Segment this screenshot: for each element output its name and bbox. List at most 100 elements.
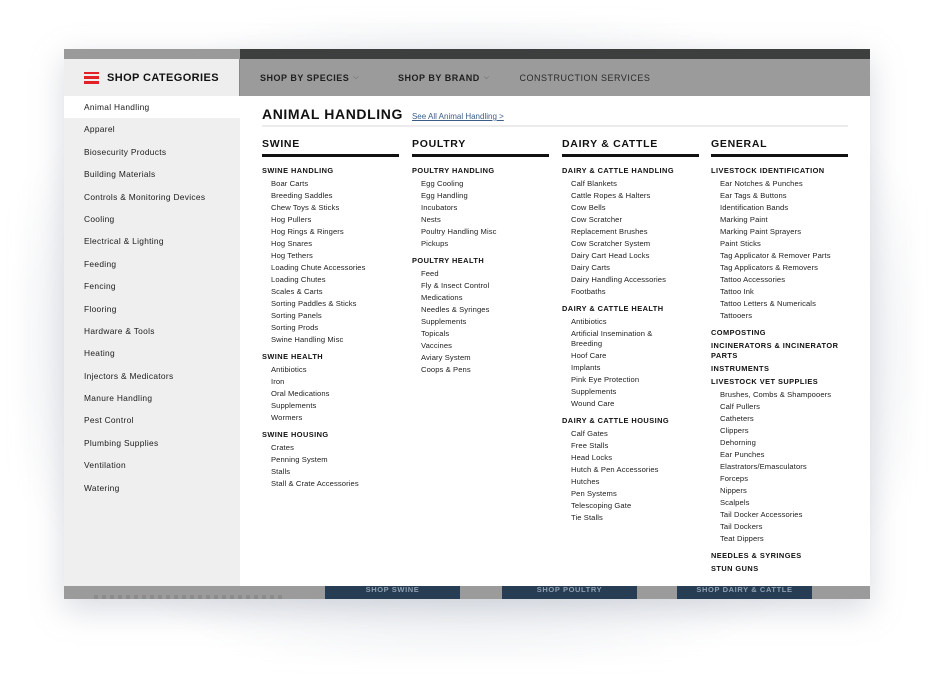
sidebar-item-electrical-lighting[interactable]: Electrical & Lighting	[64, 230, 240, 252]
subcategory-link[interactable]: Dairy Cart Head Locks	[562, 250, 699, 262]
section-title-link[interactable]: POULTRY HEALTH	[412, 256, 549, 266]
subcategory-link[interactable]: Pickups	[412, 238, 549, 250]
subcategory-link[interactable]: Tattooers	[711, 310, 848, 322]
subcategory-link[interactable]: Calf Gates	[562, 428, 699, 440]
subcategory-link[interactable]: Free Stalls	[562, 440, 699, 452]
nav-shop-by-brand[interactable]: SHOP BY BRAND ⌵	[398, 73, 490, 83]
sidebar-item-plumbing-supplies[interactable]: Plumbing Supplies	[64, 432, 240, 454]
subcategory-link[interactable]: Tattoo Letters & Numericals	[711, 298, 848, 310]
subcategory-link[interactable]: Egg Handling	[412, 190, 549, 202]
shop-categories-header[interactable]: SHOP CATEGORIES	[64, 59, 240, 96]
subcategory-link[interactable]: Clippers	[711, 425, 848, 437]
subcategory-link[interactable]: Calf Pullers	[711, 401, 848, 413]
sidebar-item-feeding[interactable]: Feeding	[64, 253, 240, 275]
subcategory-link[interactable]: Vaccines	[412, 340, 549, 352]
section-title-link[interactable]: INCINERATORS & INCINERATOR PARTS	[711, 341, 848, 361]
subcategory-link[interactable]: Tattoo Accessories	[711, 274, 848, 286]
subcategory-link[interactable]: Nippers	[711, 485, 848, 497]
subcategory-link[interactable]: Forceps	[711, 473, 848, 485]
subcategory-link[interactable]: Iron	[262, 376, 399, 388]
subcategory-link[interactable]: Hog Rings & Ringers	[262, 226, 399, 238]
sidebar-item-ventilation[interactable]: Ventilation	[64, 454, 240, 476]
sidebar-item-controls-monitoring-devices[interactable]: Controls & Monitoring Devices	[64, 186, 240, 208]
subcategory-link[interactable]: Elastrators/Emasculators	[711, 461, 848, 473]
subcategory-link[interactable]: Catheters	[711, 413, 848, 425]
subcategory-link[interactable]: Dairy Handling Accessories	[562, 274, 699, 286]
subcategory-link[interactable]: Antibiotics	[262, 364, 399, 376]
section-title-link[interactable]: DAIRY & CATTLE HANDLING	[562, 166, 699, 176]
subcategory-link[interactable]: Pen Systems	[562, 488, 699, 500]
subcategory-link[interactable]: Pink Eye Protection	[562, 374, 699, 386]
see-all-link[interactable]: See All Animal Handling >	[412, 112, 504, 121]
subcategory-link[interactable]: Tail Dockers	[711, 521, 848, 533]
section-title-link[interactable]: INSTRUMENTS	[711, 364, 848, 374]
subcategory-link[interactable]: Artificial Insemination & Breeding	[562, 329, 657, 349]
subcategory-link[interactable]: Loading Chute Accessories	[262, 262, 399, 274]
subcategory-link[interactable]: Wound Care	[562, 398, 699, 410]
subcategory-link[interactable]: Crates	[262, 442, 399, 454]
subcategory-link[interactable]: Marking Paint Sprayers	[711, 226, 848, 238]
subcategory-link[interactable]: Ear Tags & Buttons	[711, 190, 848, 202]
sidebar-item-manure-handling[interactable]: Manure Handling	[64, 387, 240, 409]
sidebar-item-injectors-medicators[interactable]: Injectors & Medicators	[64, 365, 240, 387]
shop-dairy-cattle-button[interactable]: SHOP DAIRY & CATTLE	[677, 586, 812, 599]
sidebar-item-watering[interactable]: Watering	[64, 477, 240, 499]
subcategory-link[interactable]: Antibiotics	[562, 316, 699, 328]
subcategory-link[interactable]: Stalls	[262, 466, 399, 478]
subcategory-link[interactable]: Tag Applicator & Remover Parts	[711, 250, 848, 262]
section-title-link[interactable]: DAIRY & CATTLE HOUSING	[562, 416, 699, 426]
subcategory-link[interactable]: Penning System	[262, 454, 399, 466]
subcategory-link[interactable]: Poultry Handling Misc	[412, 226, 549, 238]
hamburger-menu-icon[interactable]	[84, 71, 99, 84]
subcategory-link[interactable]: Ear Notches & Punches	[711, 178, 848, 190]
subcategory-link[interactable]: Hutch & Pen Accessories	[562, 464, 699, 476]
sidebar-item-building-materials[interactable]: Building Materials	[64, 163, 240, 185]
subcategory-link[interactable]: Hutches	[562, 476, 699, 488]
nav-construction-services[interactable]: CONSTRUCTION SERVICES	[520, 73, 651, 83]
subcategory-link[interactable]: Cow Bells	[562, 202, 699, 214]
subcategory-link[interactable]: Tie Stalls	[562, 512, 699, 524]
subcategory-link[interactable]: Hoof Care	[562, 350, 699, 362]
subcategory-link[interactable]: Chew Toys & Sticks	[262, 202, 399, 214]
subcategory-link[interactable]: Dehorning	[711, 437, 848, 449]
subcategory-link[interactable]: Marking Paint	[711, 214, 848, 226]
section-title-link[interactable]: STUN GUNS	[711, 564, 848, 574]
subcategory-link[interactable]: Fly & Insect Control	[412, 280, 549, 292]
subcategory-link[interactable]: Supplements	[262, 400, 399, 412]
subcategory-link[interactable]: Identification Bands	[711, 202, 848, 214]
section-title-link[interactable]: LIVESTOCK VET SUPPLIES	[711, 377, 848, 387]
subcategory-link[interactable]: Teat Dippers	[711, 533, 848, 545]
section-title-link[interactable]: SWINE HOUSING	[262, 430, 399, 440]
subcategory-link[interactable]: Telescoping Gate	[562, 500, 699, 512]
subcategory-link[interactable]: Head Locks	[562, 452, 699, 464]
subcategory-link[interactable]: Nests	[412, 214, 549, 226]
shop-swine-button[interactable]: SHOP SWINE	[325, 586, 460, 599]
subcategory-link[interactable]: Medications	[412, 292, 549, 304]
subcategory-link[interactable]: Loading Chutes	[262, 274, 399, 286]
section-title-link[interactable]: SWINE HANDLING	[262, 166, 399, 176]
subcategory-link[interactable]: Cow Scratcher	[562, 214, 699, 226]
subcategory-link[interactable]: Stall & Crate Accessories	[262, 478, 399, 490]
subcategory-link[interactable]: Brushes, Combs & Shampooers	[711, 389, 848, 401]
sidebar-item-fencing[interactable]: Fencing	[64, 275, 240, 297]
subcategory-link[interactable]: Dairy Carts	[562, 262, 699, 274]
sidebar-item-animal-handling[interactable]: Animal Handling	[64, 96, 240, 119]
subcategory-link[interactable]: Breeding Saddles	[262, 190, 399, 202]
subcategory-link[interactable]: Implants	[562, 362, 699, 374]
subcategory-link[interactable]: Egg Cooling	[412, 178, 549, 190]
section-title-link[interactable]: COMPOSTING	[711, 328, 848, 338]
sidebar-item-cooling[interactable]: Cooling	[64, 208, 240, 230]
subcategory-link[interactable]: Scales & Carts	[262, 286, 399, 298]
subcategory-link[interactable]: Hog Tethers	[262, 250, 399, 262]
subcategory-link[interactable]: Incubators	[412, 202, 549, 214]
sidebar-item-biosecurity-products[interactable]: Biosecurity Products	[64, 141, 240, 163]
subcategory-link[interactable]: Sorting Prods	[262, 322, 399, 334]
sidebar-item-heating[interactable]: Heating	[64, 342, 240, 364]
subcategory-link[interactable]: Hog Pullers	[262, 214, 399, 226]
subcategory-link[interactable]: Wormers	[262, 412, 399, 424]
subcategory-link[interactable]: Boar Carts	[262, 178, 399, 190]
shop-poultry-button[interactable]: SHOP POULTRY	[502, 586, 637, 599]
nav-shop-by-species[interactable]: SHOP BY SPECIES ⌵	[260, 73, 359, 83]
subcategory-link[interactable]: Coops & Pens	[412, 364, 549, 376]
subcategory-link[interactable]: Aviary System	[412, 352, 549, 364]
